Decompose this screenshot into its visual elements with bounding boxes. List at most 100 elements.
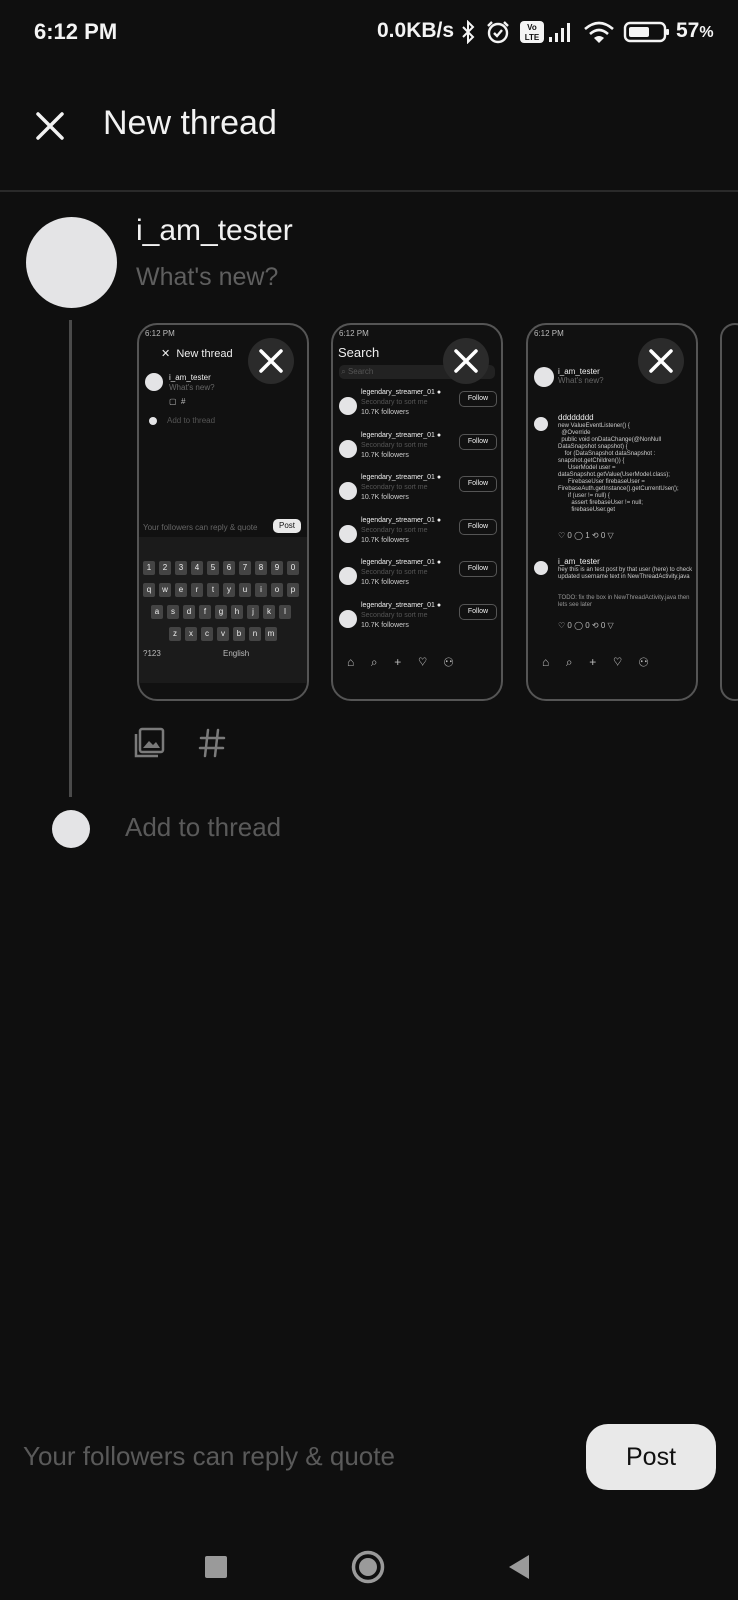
mini-key: l [279, 605, 291, 619]
mini-key: 2 [159, 561, 171, 575]
svg-text:Vo: Vo [527, 23, 537, 32]
add-to-thread[interactable]: Add to thread [125, 812, 281, 843]
close-icon [649, 349, 673, 373]
mini-keyboard: 1234567890 qwertyuiop asdfghjkl zxcvbnm Eng… [139, 537, 307, 683]
mini-sym-key: ?123 [143, 649, 161, 658]
mini-post2-user: i_am_tester [558, 557, 600, 566]
mini-avatar [339, 439, 357, 458]
mini-key: r [191, 583, 203, 597]
mini-key: 5 [207, 561, 219, 575]
back-icon[interactable] [507, 1554, 531, 1580]
page-title: New thread [103, 104, 277, 142]
mini-user-sub: Secondary to sort me [361, 569, 428, 576]
mini-key: u [239, 583, 251, 597]
home-icon[interactable] [351, 1550, 385, 1584]
mini-post: Post [273, 519, 301, 533]
mini-key: p [287, 583, 299, 597]
mini-user-name: legendary_streamer_01 ● [361, 389, 442, 396]
battery-icon [623, 21, 669, 43]
mini-user-name: legendary_streamer_01 ● [361, 559, 442, 566]
mini-user-row: legendary_streamer_01 ● Secondary to sort… [333, 559, 501, 599]
mini-key: o [271, 583, 283, 597]
mini-key: 7 [239, 561, 251, 575]
mini-time: 6:12 PM [145, 329, 175, 338]
mini-avatar [534, 417, 548, 431]
mini-add: Add to thread [167, 416, 216, 425]
battery-percent: 57% [676, 19, 714, 42]
mini-key: m [265, 627, 277, 641]
mini-bottom-nav: ⌂ ⌕ + ♡ ⚇ [542, 655, 649, 669]
mini-post1-stats: ♡ 0 ◯ 1 ⟲ 0 ▽ [558, 531, 614, 540]
mini-username: i_am_tester [558, 367, 600, 376]
mini-user-row: legendary_streamer_01 ● Secondary to sort… [333, 602, 501, 642]
mini-user-followers: 10.7K followers [361, 494, 409, 501]
close-icon [454, 349, 478, 373]
mini-user-name: legendary_streamer_01 ● [361, 474, 442, 481]
mini-footer: Your followers can reply & quote [143, 523, 258, 532]
mini-key: t [207, 583, 219, 597]
mini-title: ✕ New thread [161, 348, 233, 360]
mini-key: w [159, 583, 171, 597]
mini-key: 4 [191, 561, 203, 575]
reply-setting[interactable]: Your followers can reply & quote [23, 1441, 395, 1472]
mini-post1-text: new ValueEventListener() { @Override pub… [558, 423, 679, 513]
mini-key: y [223, 583, 235, 597]
mini-key: g [215, 605, 227, 619]
mini-time: 6:12 PM [534, 329, 564, 338]
hashtag-icon[interactable] [198, 727, 226, 759]
username: i_am_tester [136, 214, 293, 247]
svg-text:LTE: LTE [525, 33, 540, 42]
mini-post2-text: hey this is an test post by that user (h… [558, 567, 693, 580]
mini-key: i [255, 583, 267, 597]
mini-user-followers: 10.7K followers [361, 536, 409, 544]
recents-icon[interactable] [204, 1555, 228, 1579]
header-divider [0, 190, 738, 192]
mini-key: b [233, 627, 245, 641]
mini-key: v [217, 627, 229, 641]
mini-key: q [143, 583, 155, 597]
mini-user-name: legendary_streamer_01 ● [361, 601, 442, 609]
wifi-icon [584, 21, 614, 43]
gallery-icon[interactable] [133, 727, 165, 759]
mini-user-row: legendary_streamer_01 ● Secondary to sort… [333, 474, 501, 514]
network-speed: 0.0KB/s [377, 19, 455, 42]
mini-user-name: legendary_streamer_01 ● [361, 516, 442, 524]
remove-attachment-2-button[interactable] [443, 338, 489, 384]
mini-avatar [339, 482, 357, 500]
mini-key: z [169, 627, 181, 641]
mini-avatar [339, 397, 357, 415]
mini-key: 8 [255, 561, 267, 575]
mini-post1-user: dddddddd [558, 413, 594, 422]
mini-key: x [185, 627, 197, 641]
mini-key: j [247, 605, 259, 619]
remove-attachment-1-button[interactable] [248, 338, 294, 384]
mini-key: 3 [175, 561, 187, 575]
thread-text-input[interactable]: What's new? [136, 263, 278, 292]
mini-key: h [231, 605, 243, 619]
mini-follow-button: Follow [459, 476, 497, 492]
mini-key: 9 [271, 561, 283, 575]
mini-user-sub: Secondary to sort me [361, 526, 428, 534]
volte-icon: Vo LTE [520, 21, 544, 43]
avatar[interactable] [26, 217, 117, 308]
close-icon [259, 349, 283, 373]
status-bar: 6:12 PM 0.0KB/s Vo LTE 57% [0, 0, 738, 66]
mini-avatar [339, 567, 357, 585]
mini-key: k [263, 605, 275, 619]
mini-post2-sub: TODO: fix the box in NewThreadActivity.j… [558, 595, 690, 608]
mini-bottom-nav: ⌂ ⌕ + ♡ ⚇ [347, 655, 454, 669]
mini-user-row: legendary_streamer_01 ● Secondary to sort… [333, 517, 501, 557]
mini-follow-button: Follow [459, 391, 497, 407]
mini-user-row: legendary_streamer_01 ● Secondary to sort… [333, 389, 501, 429]
post-button[interactable]: Post [586, 1424, 716, 1490]
mini-user-name: legendary_streamer_01 ● [361, 431, 442, 439]
thread-line [69, 320, 72, 797]
add-thread-avatar [52, 810, 90, 848]
mini-search-title: Search [338, 345, 380, 360]
attachment-screenshot-4[interactable] [720, 323, 738, 701]
mini-user-followers: 10.7K followers [361, 579, 409, 586]
mini-key: a [151, 605, 163, 619]
remove-attachment-3-button[interactable] [638, 338, 684, 384]
close-icon[interactable] [30, 106, 70, 146]
mini-tools: ▢ # [169, 397, 186, 406]
